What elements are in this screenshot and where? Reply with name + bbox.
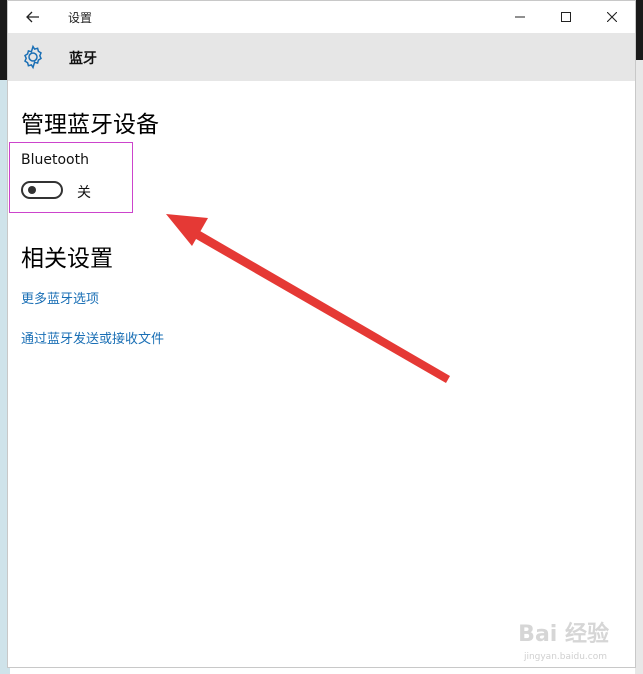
minimize-icon xyxy=(515,16,525,18)
maximize-icon xyxy=(561,12,571,22)
bluetooth-label: Bluetooth xyxy=(21,152,89,168)
screen-root: 设置 蓝牙 管理蓝牙设备 Bluetooth 关 相关设置 更多蓝牙选项 通过蓝… xyxy=(0,0,643,674)
page-header: 蓝牙 xyxy=(8,33,635,81)
watermark-url: jingyan.baidu.com xyxy=(523,652,607,662)
close-button[interactable] xyxy=(589,1,635,33)
page-title: 蓝牙 xyxy=(69,51,97,67)
back-arrow-icon xyxy=(26,11,39,23)
toggle-knob xyxy=(28,186,36,194)
section-title-related-settings: 相关设置 xyxy=(21,246,113,272)
bluetooth-toggle-state: 关 xyxy=(77,185,91,201)
watermark-brand: Bai 经验 xyxy=(518,622,609,647)
desktop-background-right xyxy=(635,0,643,674)
gear-icon xyxy=(24,44,42,70)
bluetooth-toggle[interactable] xyxy=(21,181,63,199)
close-icon xyxy=(607,12,617,22)
minimize-button[interactable] xyxy=(497,1,543,33)
settings-window: 设置 蓝牙 管理蓝牙设备 Bluetooth 关 相关设置 更多蓝牙选项 通过蓝… xyxy=(7,0,636,668)
more-bluetooth-options-link[interactable]: 更多蓝牙选项 xyxy=(21,288,99,307)
send-receive-files-link[interactable]: 通过蓝牙发送或接收文件 xyxy=(21,328,164,347)
maximize-button[interactable] xyxy=(543,1,589,33)
window-title: 设置 xyxy=(68,11,93,25)
title-bar: 设置 xyxy=(8,1,635,33)
section-title-manage-devices: 管理蓝牙设备 xyxy=(21,112,159,138)
back-button[interactable] xyxy=(18,4,48,30)
